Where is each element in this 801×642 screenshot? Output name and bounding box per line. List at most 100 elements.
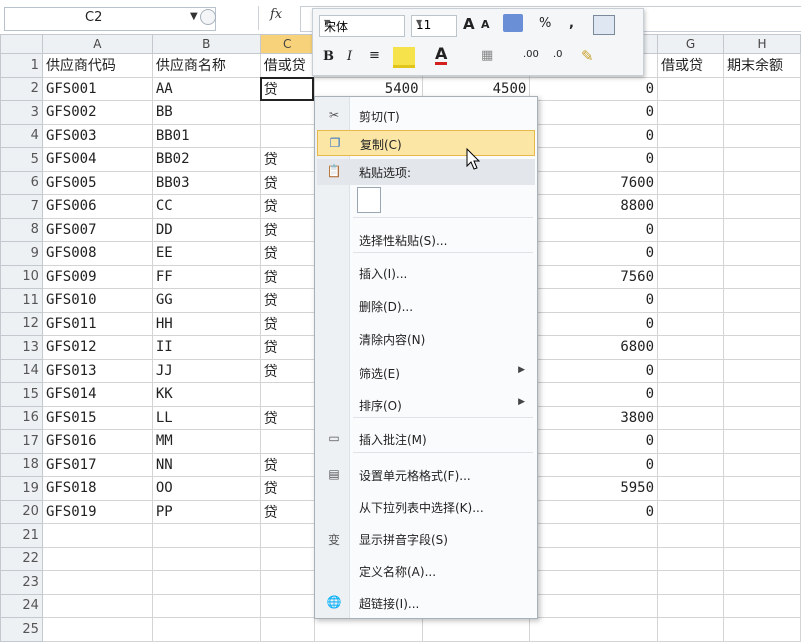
cell-g3[interactable]: [657, 100, 724, 125]
row-header[interactable]: 20: [0, 499, 43, 524]
bold-button[interactable]: B: [323, 49, 334, 64]
cell-h9[interactable]: [722, 241, 801, 266]
cell-b13[interactable]: II: [151, 335, 261, 360]
cell-g8[interactable]: [657, 217, 724, 242]
cell-c12[interactable]: 贷: [259, 311, 315, 336]
cell-a15[interactable]: GFS014: [41, 382, 153, 407]
menu-item-1[interactable]: ✂ 剪切(T): [317, 103, 535, 129]
row-header[interactable]: 17: [0, 429, 43, 454]
cell-g16[interactable]: [657, 405, 724, 430]
menu-item-16[interactable]: 🌐 超链接(I)...: [317, 590, 535, 616]
cell-c3[interactable]: [259, 100, 315, 125]
accounting-format-icon[interactable]: [503, 14, 523, 32]
cell-b23[interactable]: [151, 570, 261, 595]
row-header[interactable]: 13: [0, 335, 43, 360]
cell-g4[interactable]: [657, 123, 724, 148]
cell-c18[interactable]: 贷: [259, 452, 315, 477]
cell-f2[interactable]: 0: [529, 76, 659, 101]
cell-a25[interactable]: [41, 617, 153, 642]
cell-a13[interactable]: GFS012: [41, 335, 153, 360]
cell-a2[interactable]: GFS001: [41, 76, 153, 101]
cell-g25[interactable]: [657, 617, 724, 642]
menu-item-13[interactable]: 从下拉列表中选择(K)...: [317, 494, 535, 520]
cell-h22[interactable]: [722, 546, 801, 571]
cell-g12[interactable]: [657, 311, 724, 336]
cell-h23[interactable]: [722, 570, 801, 595]
row-header[interactable]: 14: [0, 358, 43, 383]
row-header[interactable]: 16: [0, 405, 43, 430]
cell-g9[interactable]: [657, 241, 724, 266]
cell-a23[interactable]: [41, 570, 153, 595]
row-header[interactable]: 6: [0, 170, 43, 195]
cell-b11[interactable]: GG: [151, 288, 261, 313]
cell-d25[interactable]: [313, 617, 423, 642]
cell-c19[interactable]: 贷: [259, 476, 315, 501]
name-box[interactable]: C2 ▼: [4, 7, 216, 31]
cell-a18[interactable]: GFS017: [41, 452, 153, 477]
cell-f17[interactable]: 0: [529, 429, 659, 454]
cell-a11[interactable]: GFS010: [41, 288, 153, 313]
insert-function-icon[interactable]: fx: [270, 7, 282, 22]
row-header[interactable]: 2: [0, 76, 43, 101]
cell-c14[interactable]: 贷: [259, 358, 315, 383]
cell-a19[interactable]: GFS018: [41, 476, 153, 501]
menu-item-5[interactable]: 选择性粘贴(S)...: [317, 227, 535, 253]
cell-a20[interactable]: GFS019: [41, 499, 153, 524]
row-header[interactable]: 7: [0, 194, 43, 219]
cell-g20[interactable]: [657, 499, 724, 524]
cell-a16[interactable]: GFS015: [41, 405, 153, 430]
menu-item-10[interactable]: 排序(O) ▶: [317, 392, 535, 418]
italic-button[interactable]: I: [347, 49, 352, 64]
cell-f24[interactable]: [529, 593, 659, 618]
cell-f4[interactable]: 0: [529, 123, 659, 148]
cell-g22[interactable]: [657, 546, 724, 571]
chevron-down-icon[interactable]: ▼: [190, 11, 198, 22]
cell-f9[interactable]: 0: [529, 241, 659, 266]
cell-c16[interactable]: 贷: [259, 405, 315, 430]
cell-f21[interactable]: [529, 523, 659, 548]
cell-h15[interactable]: [722, 382, 801, 407]
cell-c22[interactable]: [259, 546, 315, 571]
cell-h17[interactable]: [722, 429, 801, 454]
cell-c2[interactable]: 贷: [259, 76, 315, 101]
cell-b8[interactable]: DD: [151, 217, 261, 242]
cell-f11[interactable]: 0: [529, 288, 659, 313]
cell-g21[interactable]: [657, 523, 724, 548]
cell-h19[interactable]: [722, 476, 801, 501]
menu-item-15[interactable]: 定义名称(A)...: [317, 558, 535, 584]
cell-b3[interactable]: BB: [151, 100, 261, 125]
column-header-b[interactable]: B: [151, 34, 261, 54]
cell-f7[interactable]: 8800: [529, 194, 659, 219]
column-header-a[interactable]: A: [41, 34, 153, 54]
cell-b20[interactable]: PP: [151, 499, 261, 524]
menu-item-4[interactable]: [317, 187, 535, 213]
cell-g1[interactable]: 借或贷: [657, 53, 724, 78]
cell-b9[interactable]: EE: [151, 241, 261, 266]
cell-c13[interactable]: 贷: [259, 335, 315, 360]
cell-f6[interactable]: 7600: [529, 170, 659, 195]
chevron-down-icon[interactable]: ▼: [324, 18, 401, 27]
cell-b10[interactable]: FF: [151, 264, 261, 289]
cell-b5[interactable]: BB02: [151, 147, 261, 172]
cell-f15[interactable]: 0: [529, 382, 659, 407]
cell-g15[interactable]: [657, 382, 724, 407]
cell-c25[interactable]: [259, 617, 315, 642]
row-header[interactable]: 25: [0, 617, 43, 642]
comma-button[interactable]: ,: [569, 16, 574, 31]
menu-item-2[interactable]: ❐ 复制(C): [317, 130, 535, 156]
cell-h13[interactable]: [722, 335, 801, 360]
grow-font-button[interactable]: A: [463, 15, 475, 33]
cell-f25[interactable]: [529, 617, 659, 642]
increase-decimal-icon[interactable]: .00: [523, 49, 539, 60]
cell-b7[interactable]: CC: [151, 194, 261, 219]
cell-g7[interactable]: [657, 194, 724, 219]
cell-f16[interactable]: 3800: [529, 405, 659, 430]
row-header[interactable]: 4: [0, 123, 43, 148]
cell-h20[interactable]: [722, 499, 801, 524]
cell-c21[interactable]: [259, 523, 315, 548]
cell-f14[interactable]: 0: [529, 358, 659, 383]
cell-a12[interactable]: GFS011: [41, 311, 153, 336]
cell-b22[interactable]: [151, 546, 261, 571]
row-header[interactable]: 3: [0, 100, 43, 125]
row-header[interactable]: 1: [0, 53, 43, 78]
